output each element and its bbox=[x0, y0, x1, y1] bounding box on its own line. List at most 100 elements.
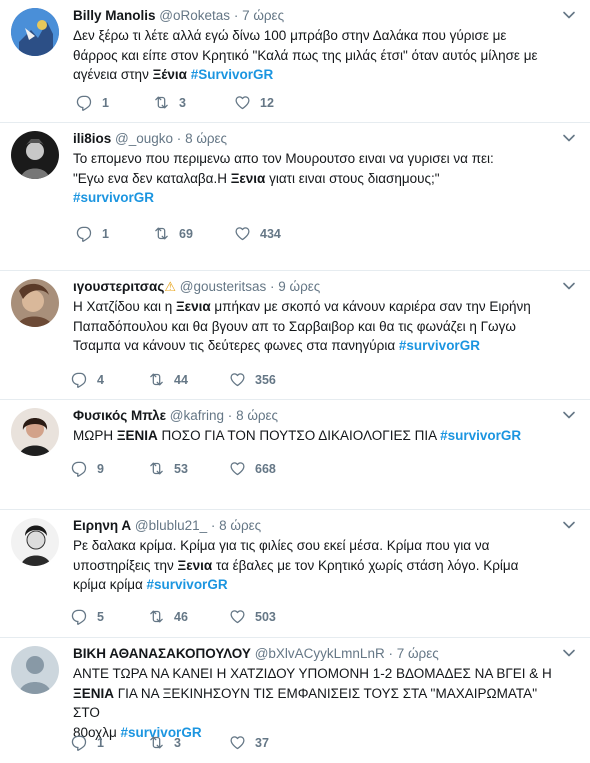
like-count: 356 bbox=[255, 372, 276, 387]
timestamp[interactable]: 8 ώρες bbox=[219, 518, 261, 533]
separator-dot: · bbox=[176, 131, 182, 146]
display-name[interactable]: ili8ios bbox=[73, 131, 111, 146]
retweet-count: 44 bbox=[174, 372, 188, 387]
chevron-down-icon[interactable] bbox=[562, 408, 576, 422]
tweet[interactable]: ΒΙΚΗ ΑΘΑΝΑΣΑΚΟΠΟΥΛΟΥ @bXlvACyykLmnLnR · … bbox=[0, 638, 590, 763]
reply-button[interactable]: 5 bbox=[71, 608, 104, 625]
display-name[interactable]: ΒΙΚΗ ΑΘΑΝΑΣΑΚΟΠΟΥΛΟΥ bbox=[73, 646, 251, 661]
user-handle[interactable]: @bXlvACyykLmnLnR bbox=[255, 646, 385, 661]
avatar[interactable] bbox=[11, 646, 59, 694]
user-handle[interactable]: @kafring bbox=[170, 408, 224, 423]
text-segment: κρίμα κρίμα bbox=[73, 577, 147, 592]
tweet[interactable]: ili8ios @_ougko · 8 ώρες Το επομενο που … bbox=[0, 123, 590, 271]
hashtag-link[interactable]: #survivorGR bbox=[147, 577, 228, 592]
reply-button[interactable]: 1 bbox=[76, 94, 109, 111]
reply-count: 1 bbox=[97, 735, 104, 750]
chevron-down-icon[interactable] bbox=[562, 518, 576, 532]
reply-icon bbox=[76, 225, 93, 242]
bold-keyword: Ξένια bbox=[152, 67, 187, 82]
tweet[interactable]: ιγουστεριτσας⚠ @gousteritsas · 9 ώρες Η … bbox=[0, 271, 590, 400]
reply-icon bbox=[76, 94, 93, 111]
retweet-icon bbox=[153, 225, 170, 242]
like-button[interactable]: 356 bbox=[229, 371, 276, 388]
chevron-down-icon[interactable] bbox=[562, 131, 576, 145]
reply-button[interactable]: 9 bbox=[71, 460, 104, 477]
tweet[interactable]: Billy Manolis @oRoketas · 7 ώρες Δεν ξέρ… bbox=[0, 0, 590, 123]
retweet-button[interactable]: 44 bbox=[148, 371, 188, 388]
user-handle[interactable]: @gousteritsas bbox=[180, 279, 267, 294]
separator-dot: · bbox=[388, 646, 393, 661]
tweet[interactable]: Ειρηνη Α @blublu21_ · 8 ώρες Ρε δαλακα κ… bbox=[0, 510, 590, 638]
like-count: 12 bbox=[260, 95, 274, 110]
timestamp[interactable]: 7 ώρες bbox=[397, 646, 439, 661]
user-handle[interactable]: @_ougko bbox=[115, 131, 173, 146]
text-line: "Εγω ενα δεν καταλαβα.Η Ξενια γιατι εινα… bbox=[73, 169, 562, 189]
timestamp[interactable]: 9 ώρες bbox=[278, 279, 320, 294]
text-segment: "Εγω ενα δεν καταλαβα.Η bbox=[73, 170, 231, 186]
avatar[interactable] bbox=[11, 518, 59, 566]
hashtag-link[interactable]: #SurvivorGR bbox=[191, 67, 274, 82]
tweet[interactable]: Φυσικός Μπλε @kafring · 8 ώρες ΜΩΡΗ ΞΕΝΙ… bbox=[0, 400, 590, 510]
reply-count: 1 bbox=[102, 95, 109, 110]
reply-icon bbox=[71, 734, 88, 751]
like-button[interactable]: 12 bbox=[234, 94, 274, 111]
avatar[interactable] bbox=[11, 8, 59, 56]
retweet-button[interactable]: 3 bbox=[153, 94, 186, 111]
chevron-down-icon[interactable] bbox=[562, 646, 576, 660]
like-count: 434 bbox=[260, 226, 281, 241]
heart-icon bbox=[229, 460, 246, 477]
reply-button[interactable]: 1 bbox=[76, 225, 109, 242]
bold-keyword: ΞΕΝΙΑ bbox=[73, 685, 114, 701]
avatar[interactable] bbox=[11, 131, 59, 179]
heart-icon bbox=[234, 94, 251, 111]
text-line: 80οχλμ #survivorGR bbox=[73, 723, 562, 743]
like-count: 503 bbox=[255, 609, 276, 624]
chevron-down-icon[interactable] bbox=[562, 279, 576, 293]
hashtag-link[interactable]: #survivorGR bbox=[440, 428, 521, 443]
display-name[interactable]: Ειρηνη Α bbox=[73, 518, 131, 533]
hashtag-link[interactable]: #survivorGR bbox=[73, 190, 154, 205]
retweet-button[interactable]: 69 bbox=[153, 225, 193, 242]
tweet-text: Δεν ξέρω τι λέτε αλλά εγώ δίνω 100 μπράβ… bbox=[73, 26, 562, 85]
reply-icon bbox=[71, 371, 88, 388]
reply-count: 4 bbox=[97, 372, 104, 387]
reply-button[interactable]: 4 bbox=[71, 371, 104, 388]
timestamp[interactable]: 8 ώρες bbox=[236, 408, 278, 423]
retweet-icon bbox=[148, 371, 165, 388]
like-button[interactable]: 668 bbox=[229, 460, 276, 477]
text-line: θάρρος και είπε στον Κρητικό "Καλά πως τ… bbox=[73, 47, 538, 63]
timestamp[interactable]: 8 ώρες bbox=[185, 131, 227, 146]
retweet-button[interactable]: 3 bbox=[148, 734, 181, 751]
separator-dot: · bbox=[227, 408, 233, 423]
like-button[interactable]: 37 bbox=[229, 734, 269, 751]
tweet-text: Ρε δαλακα κρίμα. Κρίμα για τις φιλίες σο… bbox=[73, 536, 562, 595]
display-name[interactable]: Billy Manolis bbox=[73, 8, 156, 23]
display-name[interactable]: Φυσικός Μπλε bbox=[73, 408, 166, 423]
avatar[interactable] bbox=[11, 408, 59, 456]
timestamp[interactable]: 7 ώρες bbox=[242, 8, 284, 23]
text-segment: ΠΟΣΟ ΓΙΑ ΤΟΝ ΠΟΥΤΣΟ ΔΙΚΑΙΟΛΟΓΙΕΣ ΠΙΑ bbox=[157, 428, 441, 443]
user-handle[interactable]: @oRoketas bbox=[159, 8, 230, 23]
chevron-down-icon[interactable] bbox=[562, 8, 576, 22]
user-handle[interactable]: @blublu21_ bbox=[135, 518, 207, 533]
avatar[interactable] bbox=[11, 279, 59, 327]
retweet-count: 3 bbox=[179, 95, 186, 110]
like-count: 37 bbox=[255, 735, 269, 750]
reply-button[interactable]: 1 bbox=[71, 734, 104, 751]
retweet-icon bbox=[148, 734, 165, 751]
like-button[interactable]: 503 bbox=[229, 608, 276, 625]
retweet-button[interactable]: 46 bbox=[148, 608, 188, 625]
separator-dot: · bbox=[233, 8, 239, 23]
retweet-button[interactable]: 53 bbox=[148, 460, 188, 477]
bold-keyword: ΞΕΝΙΑ bbox=[116, 428, 158, 443]
retweet-icon bbox=[153, 94, 170, 111]
text-segment: Τσαμπα να κάνουν τις δεύτερες φωνες στα … bbox=[73, 338, 399, 353]
bold-keyword: Ξενια bbox=[175, 299, 211, 314]
like-button[interactable]: 434 bbox=[234, 225, 281, 242]
hashtag-link[interactable]: #survivorGR bbox=[399, 338, 480, 353]
text-segment: αγένεια στην bbox=[73, 67, 153, 82]
text-line: Ρε δαλακα κρίμα. Κρίμα για τις φιλίες σο… bbox=[73, 538, 490, 553]
text-segment: Η Χατζίδου και η bbox=[73, 299, 176, 314]
retweet-count: 69 bbox=[179, 226, 193, 241]
display-name[interactable]: ιγουστεριτσας bbox=[73, 279, 164, 294]
